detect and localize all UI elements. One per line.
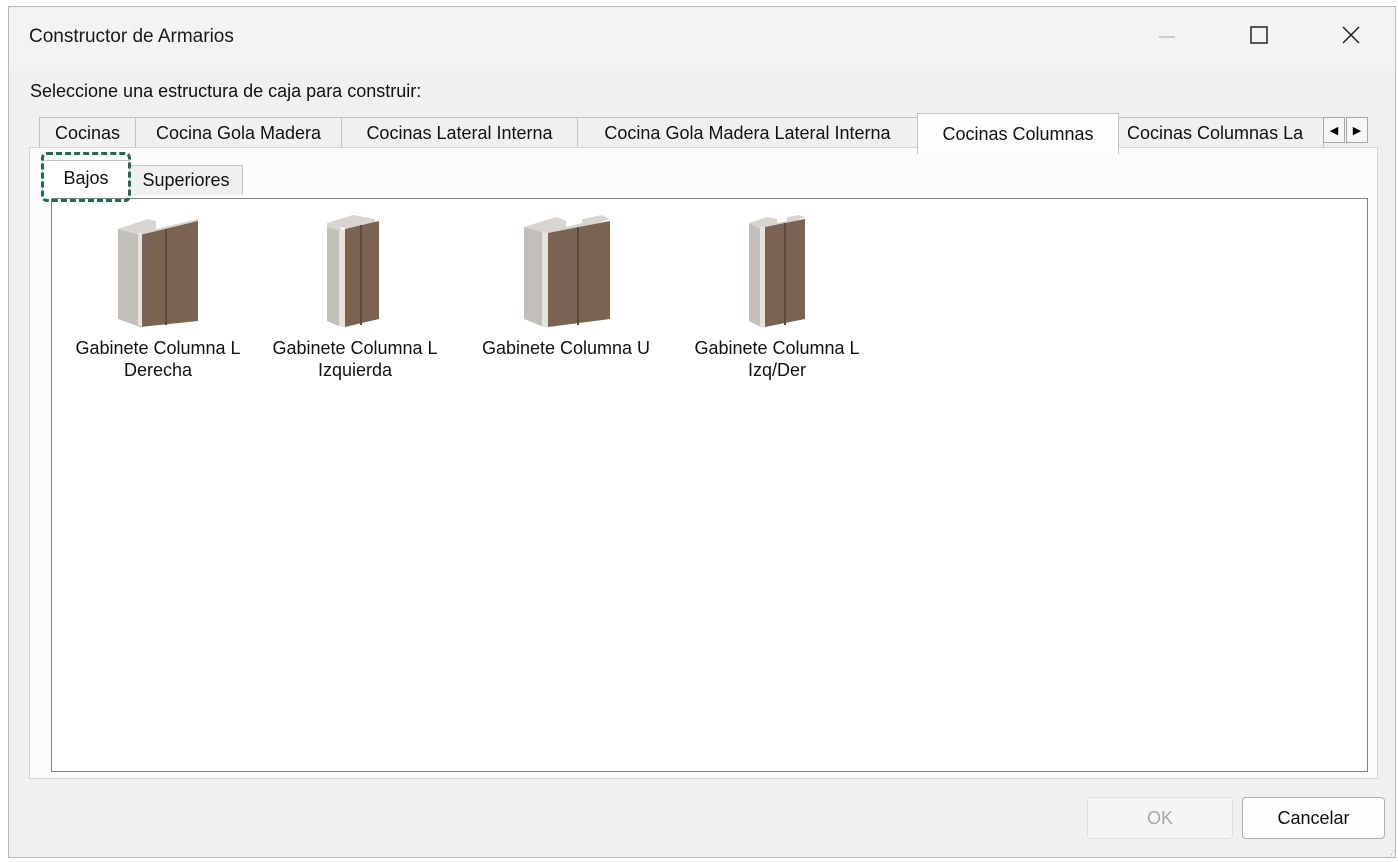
close-icon	[1341, 25, 1361, 50]
cancel-label: Cancelar	[1277, 807, 1350, 828]
tab-cocinas[interactable]: Cocinas	[39, 117, 136, 149]
tab-cocinas-columnas-la[interactable]: Cocinas Columnas La	[1118, 117, 1324, 149]
subtab-bajos[interactable]: Bajos	[42, 160, 130, 196]
item-label-line1: Gabinete Columna L	[694, 338, 860, 358]
item-label-line2: Izq/Der	[747, 360, 807, 380]
window-title: Constructor de Armarios	[29, 26, 234, 47]
minimize-icon	[1157, 25, 1177, 50]
cancel-button[interactable]: Cancelar	[1242, 797, 1385, 839]
ok-button[interactable]: OK	[1087, 797, 1233, 839]
tab-cocinas-lateral-interna[interactable]: Cocinas Lateral Interna	[341, 117, 578, 149]
cabinet-u-icon	[466, 209, 666, 327]
item-label-line2: Derecha	[123, 360, 193, 380]
item-label: Gabinete Columna U	[466, 337, 666, 359]
resize-grip-icon[interactable]: ⋰	[1387, 849, 1396, 860]
cabinet-l-right-icon	[58, 209, 258, 327]
tab-label: Cocinas Lateral Interna	[366, 123, 553, 143]
item-label-line1: Gabinete Columna U	[481, 338, 651, 358]
subtab-label: Bajos	[63, 168, 109, 188]
tab-label: Cocina Gola Madera Lateral Interna	[604, 123, 891, 143]
triangle-right-icon: ▶	[1352, 124, 1362, 137]
tab-label: Cocinas	[54, 123, 121, 143]
maximize-icon	[1249, 25, 1269, 50]
tab-scroll-left-button[interactable]: ◀	[1323, 117, 1345, 143]
tab-label: Cocina Gola Madera	[155, 123, 322, 143]
cabinet-l-left-icon	[255, 209, 455, 327]
tab-scroll-controls: ◀ ▶	[1323, 117, 1368, 143]
list-item[interactable]: Gabinete Columna L Izquierda	[255, 199, 455, 381]
list-item[interactable]: Gabinete Columna L Derecha	[58, 199, 258, 381]
triangle-left-icon: ◀	[1329, 124, 1339, 137]
list-item[interactable]: Gabinete Columna L Izq/Der	[677, 199, 877, 381]
close-button[interactable]	[1305, 7, 1397, 67]
subtab-label: Superiores	[142, 170, 230, 190]
tab-label: Cocinas Columnas La	[1127, 123, 1304, 143]
item-label-line1: Gabinete Columna L	[75, 338, 241, 358]
tab-cocina-gola-madera[interactable]: Cocina Gola Madera	[135, 117, 342, 149]
list-item[interactable]: Gabinete Columna U	[466, 199, 666, 359]
tab-cocinas-columnas[interactable]: Cocinas Columnas	[917, 113, 1119, 154]
item-label: Gabinete Columna L Izq/Der	[677, 337, 877, 381]
maximize-button[interactable]	[1213, 7, 1305, 67]
cabinet-l-both-icon	[677, 209, 877, 327]
title-bar[interactable]: Constructor de Armarios	[9, 7, 1395, 71]
item-label: Gabinete Columna L Izquierda	[255, 337, 455, 381]
tab-scroll-right-button[interactable]: ▶	[1346, 117, 1368, 143]
subtab-superiores[interactable]: Superiores	[129, 165, 243, 195]
ok-label: OK	[1146, 807, 1173, 828]
item-label-line2: Izquierda	[317, 360, 393, 380]
tab-cocina-gola-madera-lateral-interna[interactable]: Cocina Gola Madera Lateral Interna	[577, 117, 918, 149]
instruction-label: Seleccione una estructura de caja para c…	[30, 81, 422, 101]
item-label: Gabinete Columna L Derecha	[58, 337, 258, 381]
item-label-line1: Gabinete Columna L	[272, 338, 438, 358]
minimize-button[interactable]	[1121, 7, 1213, 67]
cabinet-list[interactable]: Gabinete Columna L Derecha Gabinete Colu…	[51, 198, 1368, 772]
tab-label: Cocinas Columnas	[942, 123, 1094, 144]
